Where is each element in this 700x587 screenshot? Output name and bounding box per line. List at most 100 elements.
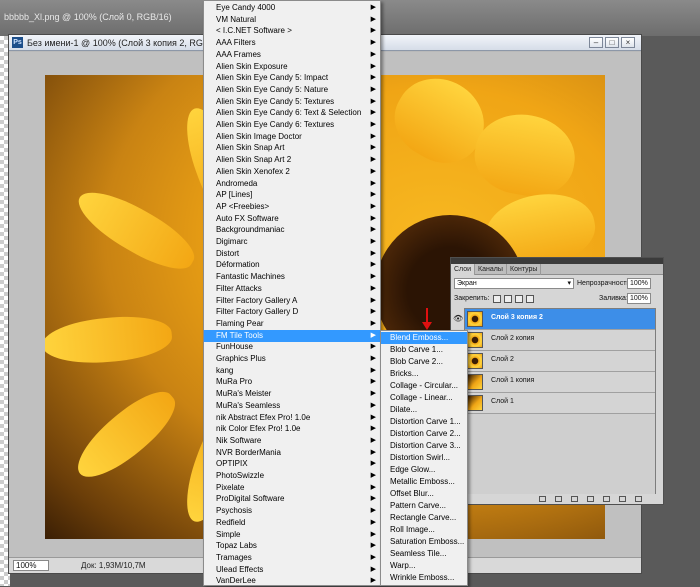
filter-menu-item-alien-skin-eye-candy-6-text-selection[interactable]: Alien Skin Eye Candy 6: Text & Selection… — [204, 107, 380, 119]
submenu-item-blob-carve-1[interactable]: Blob Carve 1... — [381, 344, 467, 356]
filter-menu-item-alien-skin-xenofex-2[interactable]: Alien Skin Xenofex 2 ▶ — [204, 166, 380, 178]
filter-menu-item-ap-freebies[interactable]: AP <Freebies> ▶ — [204, 201, 380, 213]
filter-menu-item-nik-abstract-efex-pro-1-0e[interactable]: nik Abstract Efex Pro! 1.0e ▶ — [204, 412, 380, 424]
lock-move-icon[interactable] — [515, 295, 523, 303]
filter-menu-item-vm-natural[interactable]: VM Natural ▶ — [204, 14, 380, 26]
link-layers-icon[interactable] — [539, 496, 546, 502]
submenu-item-saturation-emboss[interactable]: Saturation Emboss... — [381, 536, 467, 548]
filter-menu-item-alien-skin-eye-candy-5-impact[interactable]: Alien Skin Eye Candy 5: Impact ▶ — [204, 72, 380, 84]
tab-channels[interactable]: Каналы — [475, 264, 507, 275]
submenu-item-rectangle-carve[interactable]: Rectangle Carve... — [381, 512, 467, 524]
submenu-item-seamless-tile[interactable]: Seamless Tile... — [381, 548, 467, 560]
tab-paths[interactable]: Контуры — [507, 264, 542, 275]
filter-menu-item-aaa-frames[interactable]: AAA Frames ▶ — [204, 49, 380, 61]
submenu-item-collage-linear[interactable]: Collage - Linear... — [381, 392, 467, 404]
filter-menu-item-kang[interactable]: kang ▶ — [204, 365, 380, 377]
submenu-arrow-icon: ▶ — [370, 144, 376, 152]
filter-menu-item-pixelate[interactable]: Pixelate ▶ — [204, 482, 380, 494]
layer-row[interactable]: 👁 Слой 3 копия 2 — [453, 309, 655, 330]
opacity-field[interactable]: 100% — [627, 278, 651, 289]
lock-all-icon[interactable] — [526, 295, 534, 303]
tab-layers[interactable]: Слои — [451, 264, 476, 275]
filter-menu-item-backgroundmaniac[interactable]: Backgroundmaniac ▶ — [204, 224, 380, 236]
submenu-item-metallic-emboss[interactable]: Metallic Emboss... — [381, 476, 467, 488]
layer-row[interactable]: Слой 2 — [465, 351, 655, 372]
filter-menu-item-alien-skin-eye-candy-6-textures[interactable]: Alien Skin Eye Candy 6: Textures ▶ — [204, 119, 380, 131]
submenu-item-collage-circular[interactable]: Collage - Circular... — [381, 380, 467, 392]
filter-menu-item-ulead-effects[interactable]: Ulead Effects ▶ — [204, 564, 380, 576]
filter-menu-item-fantastic-machines[interactable]: Fantastic Machines ▶ — [204, 271, 380, 283]
lock-transparency-icon[interactable] — [493, 295, 501, 303]
submenu-item-wrinkle-emboss[interactable]: Wrinkle Emboss... — [381, 572, 467, 584]
filter-menu-item-alien-skin-snap-art[interactable]: Alien Skin Snap Art ▶ — [204, 142, 380, 154]
fill-field[interactable]: 100% — [627, 293, 651, 304]
new-group-icon[interactable] — [603, 496, 610, 502]
filter-menu-item-photoswizzle[interactable]: PhotoSwizzle ▶ — [204, 470, 380, 482]
submenu-item-distortion-carve-3[interactable]: Distortion Carve 3... — [381, 440, 467, 452]
new-layer-icon[interactable] — [619, 496, 626, 502]
filter-menu-item-fm-tile-tools[interactable]: FM Tile Tools ▶ — [204, 329, 380, 342]
submenu-item-edge-glow[interactable]: Edge Glow... — [381, 464, 467, 476]
maximize-icon[interactable]: □ — [605, 37, 619, 48]
filter-menu-item-d-formation[interactable]: Déformation ▶ — [204, 259, 380, 271]
submenu-item-blob-carve-2[interactable]: Blob Carve 2... — [381, 356, 467, 368]
lock-brush-icon[interactable] — [504, 295, 512, 303]
filter-menu-item-nik-software[interactable]: Nik Software ▶ — [204, 435, 380, 447]
layer-mask-icon[interactable] — [571, 496, 578, 502]
filter-menu-item-flaming-pear[interactable]: Flaming Pear ▶ — [204, 318, 380, 330]
filter-menu-item-filter-factory-gallery-d[interactable]: Filter Factory Gallery D ▶ — [204, 306, 380, 318]
submenu-item-pattern-carve[interactable]: Pattern Carve... — [381, 500, 467, 512]
submenu-item-dilate[interactable]: Dilate... — [381, 404, 467, 416]
filter-menu-item-psychosis[interactable]: Psychosis ▶ — [204, 505, 380, 517]
filter-menu-item-aaa-filters[interactable]: AAA Filters ▶ — [204, 37, 380, 49]
filter-menu-item-redfield[interactable]: Redfield ▶ — [204, 517, 380, 529]
filter-menu-item-mura-s-meister[interactable]: MuRa's Meister ▶ — [204, 388, 380, 400]
filter-menu-item-vanderlee[interactable]: VanDerLee ▶ — [204, 575, 380, 587]
submenu-item-bricks[interactable]: Bricks... — [381, 368, 467, 380]
filter-menu-item-prodigital-software[interactable]: ProDigital Software ▶ — [204, 493, 380, 505]
close-icon[interactable]: × — [621, 37, 635, 48]
layer-row[interactable]: Слой 1 — [465, 393, 655, 414]
filter-menu-item-nik-color-efex-pro-1-0e[interactable]: nik Color Efex Pro! 1.0e ▶ — [204, 423, 380, 435]
filter-menu-item-alien-skin-eye-candy-5-textures[interactable]: Alien Skin Eye Candy 5: Textures ▶ — [204, 96, 380, 108]
layer-row[interactable]: Слой 1 копия — [465, 372, 655, 393]
filter-menu-item-tramages[interactable]: Tramages ▶ — [204, 552, 380, 564]
filter-menu-item-mura-pro[interactable]: MuRa Pro ▶ — [204, 376, 380, 388]
submenu-item-offset-blur[interactable]: Offset Blur... — [381, 488, 467, 500]
filter-menu-item-funhouse[interactable]: FunHouse ▶ — [204, 341, 380, 353]
zoom-field[interactable]: 100% — [13, 560, 49, 571]
submenu-item-warp[interactable]: Warp... — [381, 560, 467, 572]
submenu-item-distortion-carve-2[interactable]: Distortion Carve 2... — [381, 428, 467, 440]
delete-layer-icon[interactable] — [635, 496, 642, 502]
minimize-icon[interactable]: – — [589, 37, 603, 48]
filter-menu-item-digimarc[interactable]: Digimarc ▶ — [204, 236, 380, 248]
filter-menu-item-alien-skin-eye-candy-5-nature[interactable]: Alien Skin Eye Candy 5: Nature ▶ — [204, 84, 380, 96]
adjustment-layer-icon[interactable] — [587, 496, 594, 502]
filter-menu-item-graphics-plus[interactable]: Graphics Plus ▶ — [204, 353, 380, 365]
filter-menu-item-ap-lines[interactable]: AP [Lines] ▶ — [204, 189, 380, 201]
filter-menu-item-auto-fx-software[interactable]: Auto FX Software ▶ — [204, 213, 380, 225]
filter-menu-item-eye-candy-4000[interactable]: Eye Candy 4000 ▶ — [204, 2, 380, 14]
submenu-item-blend-emboss[interactable]: Blend Emboss... — [381, 332, 467, 344]
submenu-item-distortion-swirl[interactable]: Distortion Swirl... — [381, 452, 467, 464]
filter-menu-item-optipix[interactable]: OPTIPIX ▶ — [204, 458, 380, 470]
eye-icon[interactable]: 👁 — [453, 314, 463, 323]
submenu-item-roll-image[interactable]: Roll Image... — [381, 524, 467, 536]
document-size-info[interactable]: Док: 1,93M/10,7M — [81, 561, 146, 570]
filter-menu-item-i-c-net-software[interactable]: < I.C.NET Software > ▶ — [204, 25, 380, 37]
blend-mode-select[interactable]: Экран ▾ — [454, 278, 574, 289]
filter-menu-item-filter-factory-gallery-a[interactable]: Filter Factory Gallery A ▶ — [204, 295, 380, 307]
filter-menu-item-simple[interactable]: Simple ▶ — [204, 529, 380, 541]
filter-menu-item-topaz-labs[interactable]: Topaz Labs ▶ — [204, 540, 380, 552]
filter-menu-item-nvr-bordermania[interactable]: NVR BorderMania ▶ — [204, 447, 380, 459]
filter-menu-item-andromeda[interactable]: Andromeda ▶ — [204, 178, 380, 190]
filter-menu-item-filter-attacks[interactable]: Filter Attacks ▶ — [204, 283, 380, 295]
layer-row[interactable]: Слой 2 копия — [465, 330, 655, 351]
filter-menu-item-mura-s-seamless[interactable]: MuRa's Seamless ▶ — [204, 400, 380, 412]
layer-style-icon[interactable] — [555, 496, 562, 502]
filter-menu-item-distort[interactable]: Distort ▶ — [204, 248, 380, 260]
filter-menu-item-alien-skin-image-doctor[interactable]: Alien Skin Image Doctor ▶ — [204, 131, 380, 143]
filter-menu-item-alien-skin-exposure[interactable]: Alien Skin Exposure ▶ — [204, 61, 380, 73]
submenu-item-distortion-carve-1[interactable]: Distortion Carve 1... — [381, 416, 467, 428]
filter-menu-item-alien-skin-snap-art-2[interactable]: Alien Skin Snap Art 2 ▶ — [204, 154, 380, 166]
